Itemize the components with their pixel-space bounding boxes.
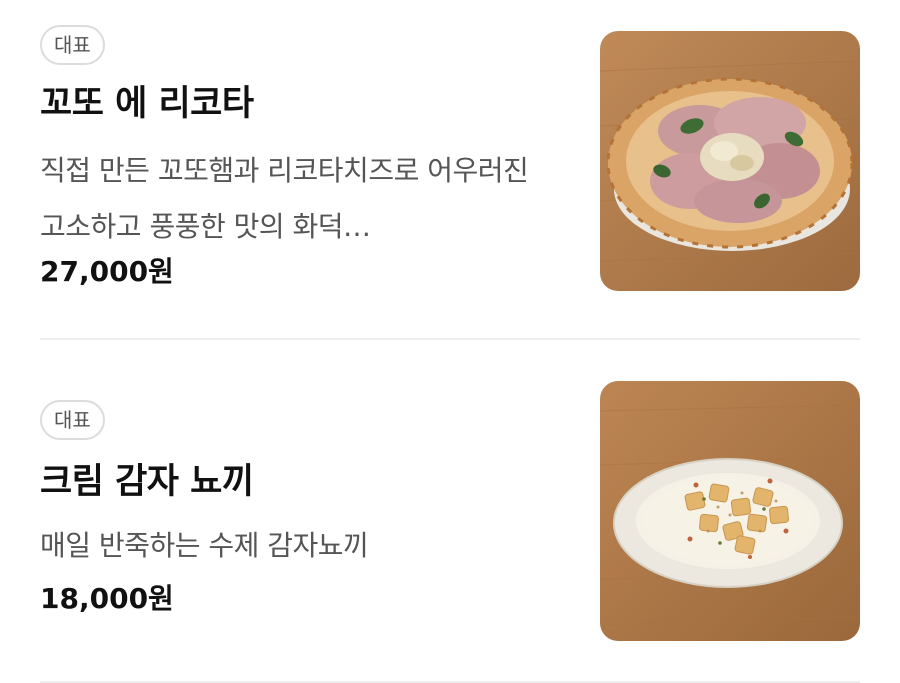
menu-item-name: 크림 감자 뇨끼 xyxy=(40,462,254,502)
menu-item-description: 직접 만든 꼬또햄과 리코타치즈로 어우러진 고소하고 풍풍한 맛의 화덕… xyxy=(40,154,529,243)
menu-item-price: 18,000원 xyxy=(40,582,174,615)
gnocchi-photo[interactable] xyxy=(600,381,860,641)
menu-item-cotto-e-ricotta[interactable]: 대표 꼬또 에 리코타 직접 만든 꼬또햄과 리코타치즈로 어우러진 고소하고 … xyxy=(0,0,900,340)
menu-item-description: 매일 반죽하는 수제 감자뇨끼 xyxy=(40,529,369,562)
menu-list: 대표 꼬또 에 리코타 직접 만든 꼬또햄과 리코타치즈로 어우러진 고소하고 … xyxy=(0,0,900,683)
menu-item-cream-potato-gnocchi[interactable]: 대표 크림 감자 뇨끼 매일 반죽하는 수제 감자뇨끼 18,000원 xyxy=(0,340,900,680)
menu-item-price: 27,000원 xyxy=(40,255,174,288)
menu-item-name: 꼬또 에 리코타 xyxy=(40,84,254,124)
signature-badge: 대표 xyxy=(40,25,105,65)
signature-badge: 대표 xyxy=(40,400,105,440)
pizza-photo[interactable] xyxy=(600,31,860,291)
